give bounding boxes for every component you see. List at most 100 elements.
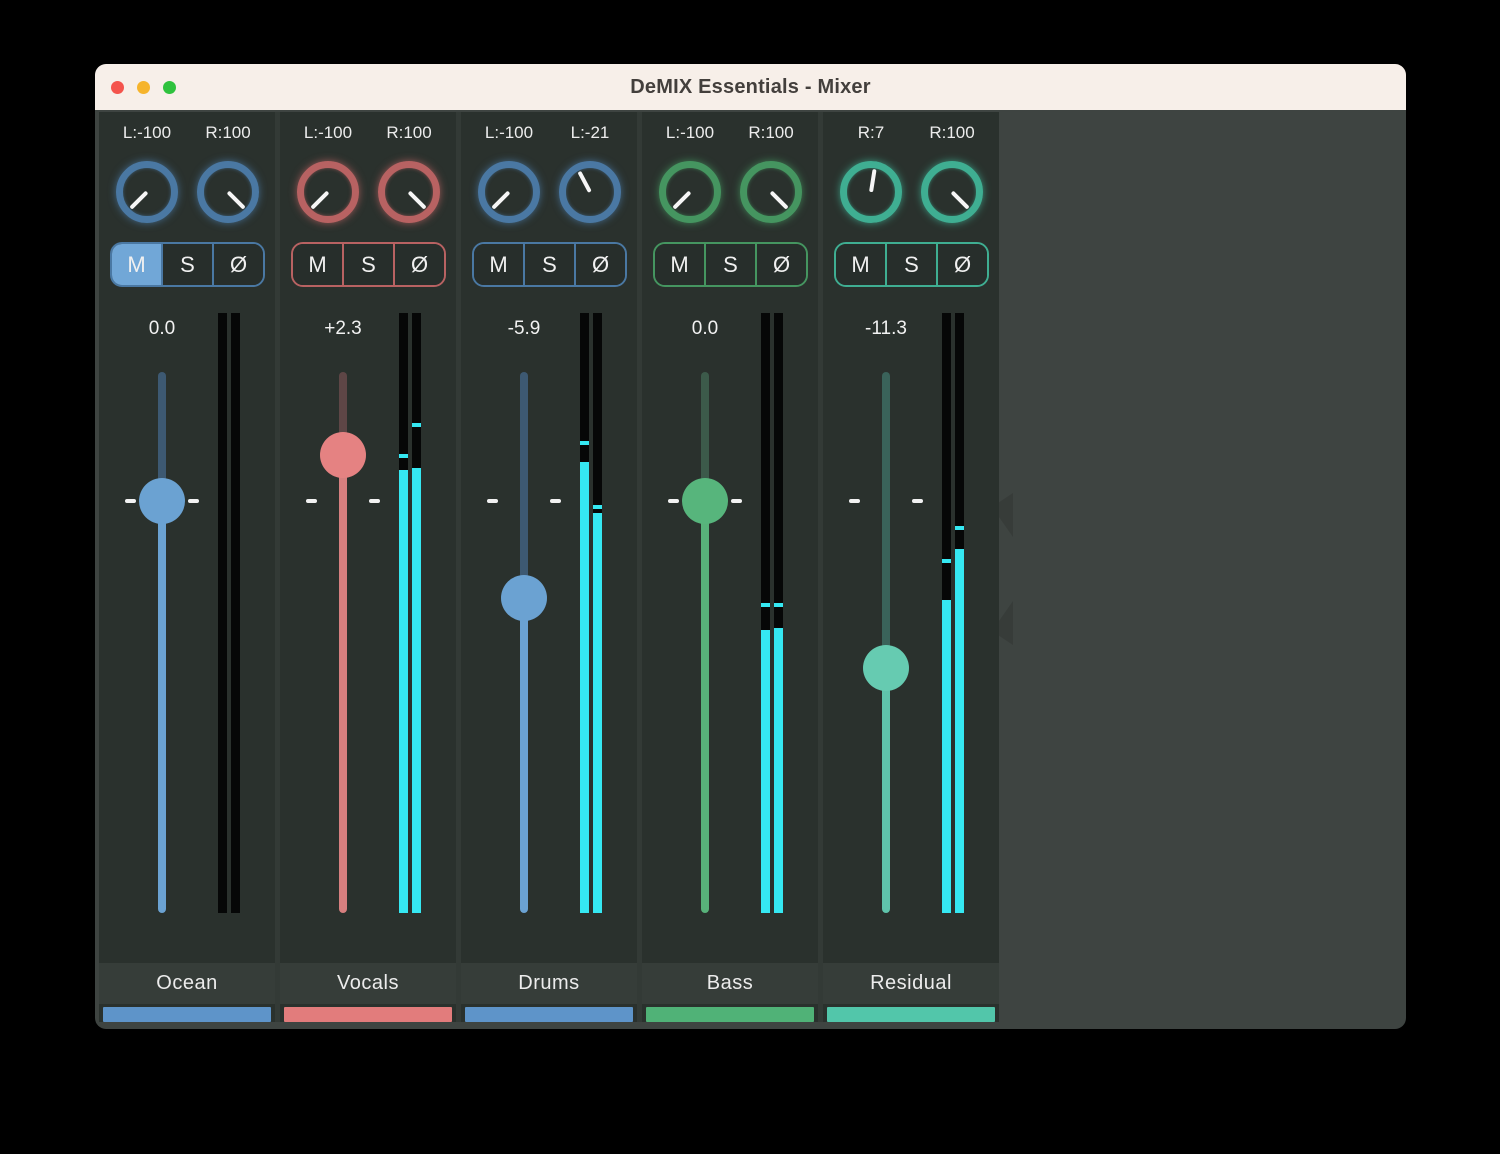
meter-peak-mark [593,505,602,509]
fader-handle[interactable] [863,645,909,691]
zero-db-tick [487,499,498,503]
pan-right-value: R:100 [905,123,999,143]
phase-button[interactable]: Ø [212,244,263,285]
pan-right-value: R:100 [362,123,456,143]
solo-button[interactable]: S [342,244,393,285]
pan-right-knob[interactable] [197,161,259,223]
level-meter-left [399,313,408,913]
channel-strip: L:-100 L:-21 M S Ø -5.9 [461,112,637,1022]
fader-handle[interactable] [320,432,366,478]
knob-pointer-icon [869,169,877,192]
level-meter-left [580,313,589,913]
meter-peak-mark [942,559,951,563]
meter-peak-mark [580,441,589,445]
meter-peak-mark [412,423,421,427]
zero-db-tick [912,499,923,503]
channel-name: Residual [823,963,999,1004]
channel-mode-buttons: M S Ø [472,242,627,287]
level-meter-left [942,313,951,913]
channel-name: Drums [461,963,637,1004]
channel-name: Ocean [99,963,275,1004]
channel-strip: L:-100 R:100 M S Ø 0.0 [642,112,818,1022]
meter-level-fill [593,513,602,913]
meter-peak-mark [955,526,964,530]
pan-right-knob[interactable] [559,161,621,223]
mixer-content: L:-100 R:100 M S Ø 0.0 [95,110,1406,1029]
zero-db-tick [668,499,679,503]
phase-button[interactable]: Ø [393,244,444,285]
fader-track[interactable] [882,372,890,913]
channel-name: Vocals [280,963,456,1004]
mute-button[interactable]: M [655,244,704,285]
meter-level-fill [955,549,964,913]
meter-peak-mark [774,603,783,607]
meter-level-fill [412,468,421,913]
pan-left-knob[interactable] [840,161,902,223]
knob-pointer-icon [491,191,510,210]
knob-pointer-icon [577,171,591,193]
meter-level-fill [942,600,951,913]
pan-right-value: R:100 [724,123,818,143]
channel-mode-buttons: M S Ø [834,242,989,287]
level-meter-right [231,313,240,913]
channel-color-bar [827,1007,995,1022]
pan-right-knob[interactable] [740,161,802,223]
channel-color-bar [465,1007,633,1022]
channel-color-bar [646,1007,814,1022]
phase-button[interactable]: Ø [755,244,806,285]
fader-handle[interactable] [501,575,547,621]
zero-db-tick [125,499,136,503]
level-meter-right [955,313,964,913]
channel-mode-buttons: M S Ø [653,242,808,287]
pan-left-knob[interactable] [116,161,178,223]
fader-track-lower [339,455,347,913]
zero-db-tick [369,499,380,503]
channel-color-bar [284,1007,452,1022]
knob-pointer-icon [129,191,148,210]
knob-pointer-icon [672,191,691,210]
meter-level-fill [399,470,408,913]
pan-right-knob[interactable] [378,161,440,223]
pan-right-knob[interactable] [921,161,983,223]
fader-handle[interactable] [139,478,185,524]
zero-db-tick [306,499,317,503]
pan-left-knob[interactable] [659,161,721,223]
solo-button[interactable]: S [704,244,755,285]
mute-button[interactable]: M [836,244,885,285]
fader-track-lower [882,668,890,913]
meter-level-fill [580,462,589,913]
level-meter-right [774,313,783,913]
zero-db-tick [188,499,199,503]
phase-button[interactable]: Ø [936,244,987,285]
phase-button[interactable]: Ø [574,244,625,285]
meter-level-fill [761,630,770,913]
channel-strip: R:7 R:100 M S Ø -11.3 [823,112,999,1022]
fader-track-upper [520,372,528,598]
solo-button[interactable]: S [161,244,212,285]
fader-track-lower [158,501,166,913]
knob-pointer-icon [951,191,970,210]
solo-button[interactable]: S [885,244,936,285]
pan-left-knob[interactable] [478,161,540,223]
knob-pointer-icon [227,191,246,210]
channel-name: Bass [642,963,818,1004]
fader-track-lower [520,598,528,913]
mute-button[interactable]: M [474,244,523,285]
mute-button[interactable]: M [112,244,161,285]
knob-pointer-icon [408,191,427,210]
fader-track[interactable] [701,372,709,913]
mute-button[interactable]: M [293,244,342,285]
fader-handle[interactable] [682,478,728,524]
fader-meter-area [642,313,818,913]
channel-mode-buttons: M S Ø [110,242,265,287]
meter-peak-mark [761,603,770,607]
window-title: DeMIX Essentials - Mixer [95,64,1406,110]
app-window: DeMIX Essentials - Mixer L:-100 R:100 M … [95,64,1406,1029]
fader-track[interactable] [158,372,166,913]
fader-track[interactable] [520,372,528,913]
solo-button[interactable]: S [523,244,574,285]
pan-left-knob[interactable] [297,161,359,223]
pan-right-value: R:100 [181,123,275,143]
knob-pointer-icon [310,191,329,210]
level-meter-left [761,313,770,913]
